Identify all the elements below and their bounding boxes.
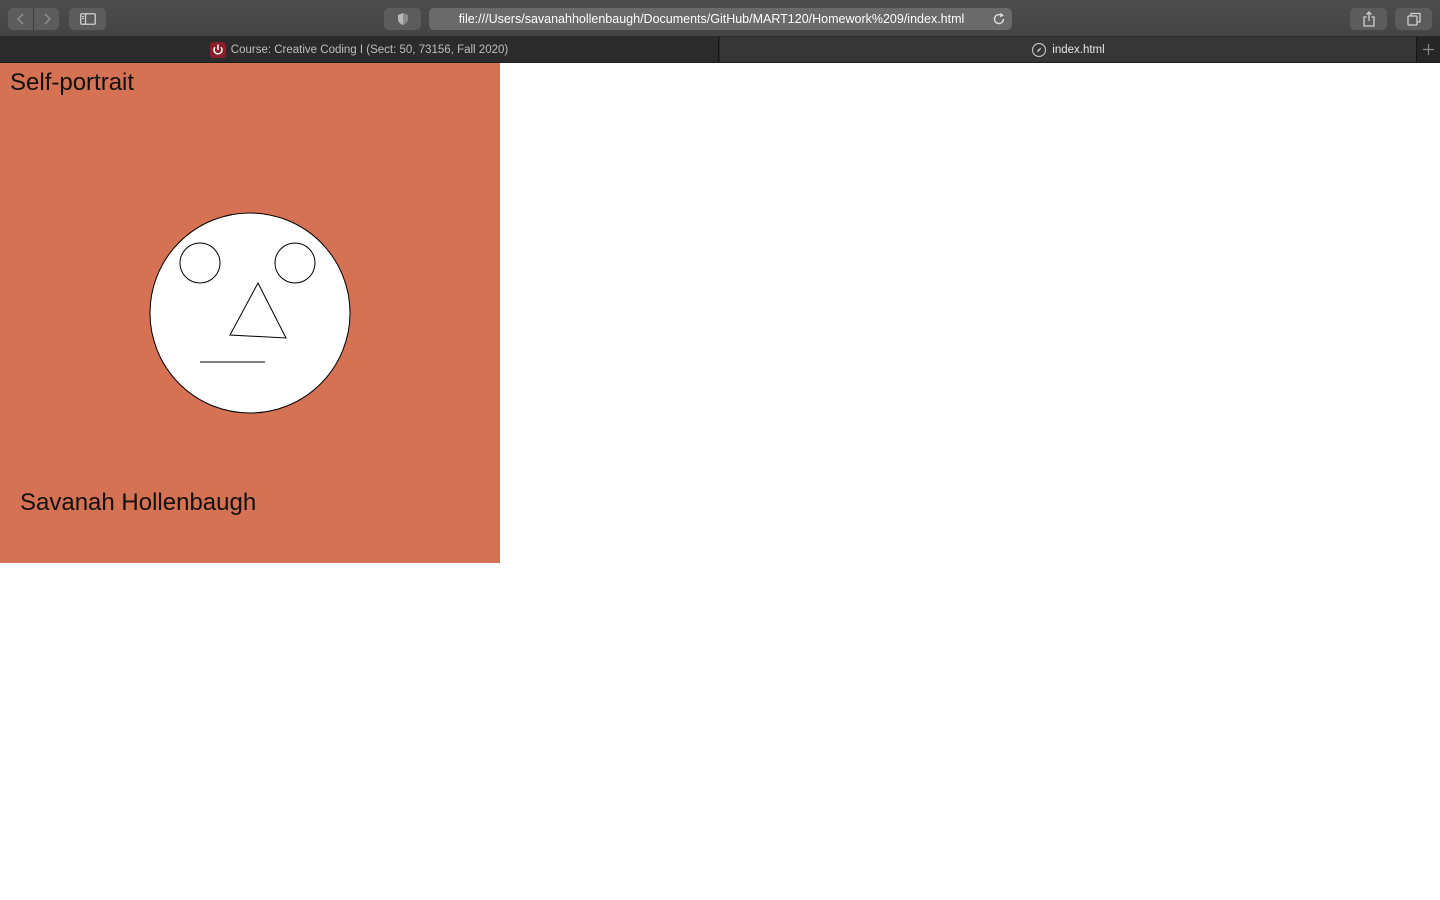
tab-label: index.html	[1052, 43, 1105, 56]
privacy-report-button[interactable]	[384, 8, 421, 30]
sidebar-toggle-button[interactable]	[69, 8, 106, 30]
show-all-tabs-button[interactable]	[1395, 8, 1432, 30]
tab-course[interactable]: Course: Creative Coding I (Sect: 50, 731…	[0, 37, 719, 62]
power-icon	[209, 41, 226, 58]
forward-button[interactable]	[34, 8, 59, 30]
sidebar-icon	[79, 13, 96, 25]
compass-icon	[1031, 42, 1047, 58]
right-eye	[274, 242, 316, 284]
new-tab-button[interactable]	[1416, 37, 1440, 62]
back-button[interactable]	[8, 8, 33, 30]
reload-icon[interactable]	[991, 11, 1007, 27]
left-eye	[179, 242, 221, 284]
tabs-overview-icon	[1406, 12, 1421, 26]
portrait-drawing	[149, 212, 351, 414]
address-bar[interactable]: file:///Users/savanahhollenbaugh/Documen…	[429, 8, 1012, 30]
shield-icon	[397, 13, 408, 25]
tab-index-html[interactable]: index.html	[720, 37, 1416, 62]
url-text: file:///Users/savanahhollenbaugh/Documen…	[458, 12, 965, 26]
tab-label: Course: Creative Coding I (Sect: 50, 731…	[230, 43, 509, 56]
chevron-right-icon	[43, 13, 51, 25]
page-viewport: Self-portrait Savanah Hollenbaugh	[0, 63, 1440, 900]
share-icon	[1362, 11, 1375, 27]
portrait-canvas: Self-portrait Savanah Hollenbaugh	[0, 63, 500, 563]
chevron-left-icon	[16, 13, 24, 25]
author-name: Savanah Hollenbaugh	[20, 489, 257, 516]
page-title: Self-portrait	[10, 69, 135, 96]
plus-icon	[1423, 44, 1434, 55]
browser-toolbar: file:///Users/savanahhollenbaugh/Documen…	[0, 0, 1440, 37]
tab-bar: Course: Creative Coding I (Sect: 50, 731…	[0, 37, 1440, 63]
share-button[interactable]	[1350, 8, 1387, 30]
nav-buttons	[8, 8, 59, 30]
